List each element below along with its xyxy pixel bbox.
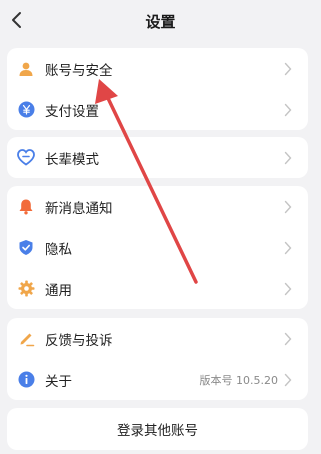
settings-item-payment[interactable]: 支付设置	[7, 89, 308, 130]
pencil-icon	[17, 330, 35, 348]
settings-item-label: 关于	[45, 373, 72, 390]
settings-item-label: 账号与安全	[45, 62, 113, 79]
login-other-account-button[interactable]: 登录其他账号	[7, 408, 308, 450]
settings-item-account-security[interactable]: 账号与安全	[7, 48, 308, 89]
settings-item-general[interactable]: 通用	[7, 268, 308, 309]
back-chevron-icon[interactable]	[4, 7, 28, 33]
settings-item-label: 反馈与投诉	[45, 332, 113, 349]
settings-item-label: 长辈模式	[45, 151, 99, 168]
chevron-right-icon	[284, 103, 296, 117]
settings-group-elder: 长辈模式	[7, 137, 308, 178]
yuan-icon	[17, 101, 35, 119]
shield-check-icon	[17, 239, 35, 257]
settings-group-account: 账号与安全 支付设置	[7, 48, 308, 130]
user-icon	[17, 60, 35, 78]
page-title: 设置	[145, 12, 176, 31]
settings-item-label: 隐私	[45, 241, 72, 258]
chevron-right-icon	[284, 282, 296, 296]
chevron-right-icon	[284, 200, 296, 214]
settings-item-privacy[interactable]: 隐私	[7, 227, 308, 268]
settings-item-label: 新消息通知	[45, 200, 113, 217]
chevron-right-icon	[284, 241, 296, 255]
nav-bar: 设置	[0, 0, 321, 42]
info-icon	[17, 371, 35, 389]
settings-item-feedback[interactable]: 反馈与投诉	[7, 318, 308, 359]
settings-item-elder-mode[interactable]: 长辈模式	[7, 137, 308, 178]
settings-group-general: 新消息通知 隐私 通用	[7, 186, 308, 309]
chevron-right-icon	[284, 151, 296, 165]
settings-group-about: 反馈与投诉 关于 版本号 10.5.20	[7, 318, 308, 400]
heart-shield-icon	[17, 149, 35, 167]
settings-item-notifications[interactable]: 新消息通知	[7, 186, 308, 227]
settings-item-about[interactable]: 关于 版本号 10.5.20	[7, 359, 308, 400]
chevron-right-icon	[284, 373, 296, 387]
bell-icon	[17, 198, 35, 216]
chevron-right-icon	[284, 332, 296, 346]
settings-item-label: 支付设置	[45, 103, 99, 120]
gear-icon	[17, 280, 35, 298]
settings-item-label: 通用	[45, 282, 72, 299]
version-value: 版本号 10.5.20	[199, 373, 278, 387]
chevron-right-icon	[284, 62, 296, 76]
